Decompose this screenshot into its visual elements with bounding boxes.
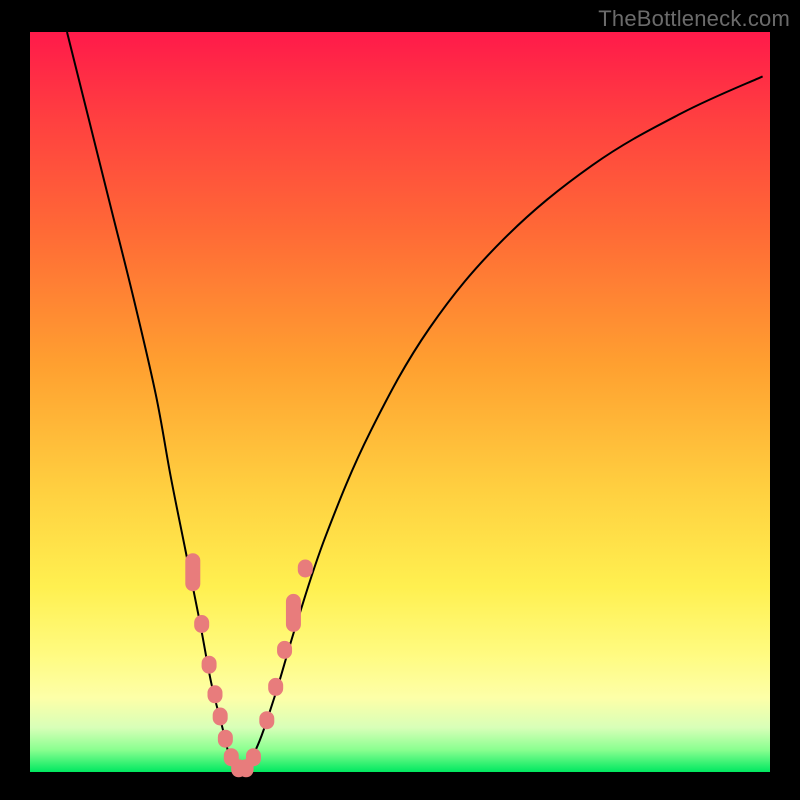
marker-group (185, 553, 312, 777)
marker-point (194, 615, 209, 633)
marker-point (218, 730, 233, 748)
marker-point (208, 685, 223, 703)
watermark-text: TheBottleneck.com (598, 6, 790, 32)
chart-frame: TheBottleneck.com (0, 0, 800, 800)
marker-point (298, 560, 313, 578)
bottleneck-curve (67, 32, 763, 770)
curve-layer (30, 32, 770, 772)
marker-point (277, 641, 292, 659)
marker-point (202, 656, 217, 674)
plot-area (30, 32, 770, 772)
marker-point (246, 748, 261, 766)
marker-point (286, 594, 301, 632)
marker-point (185, 553, 200, 591)
marker-point (259, 711, 274, 729)
marker-point (268, 678, 283, 696)
marker-point (213, 708, 228, 726)
